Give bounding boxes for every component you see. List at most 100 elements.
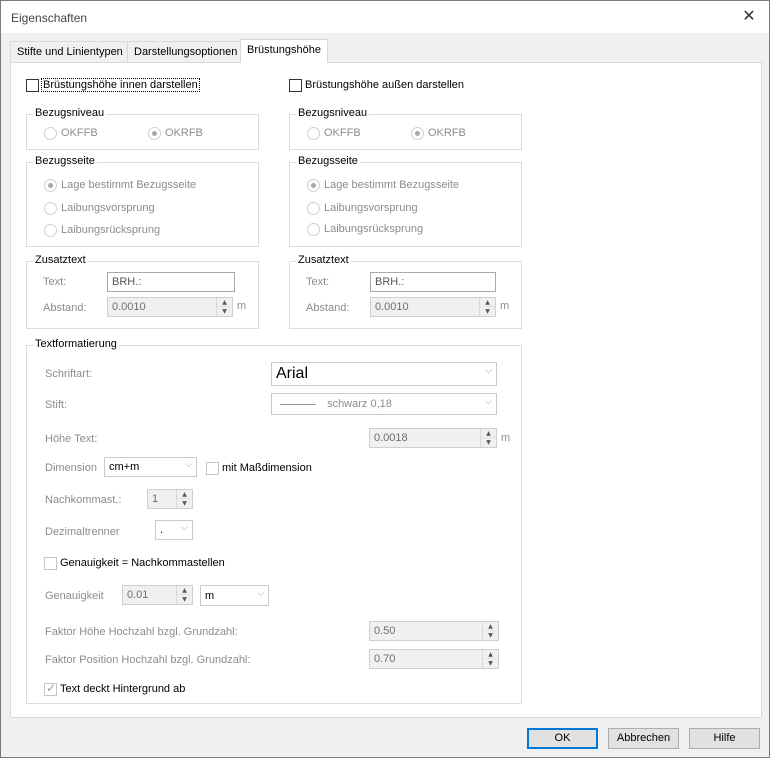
outer-text-label: Text:: [306, 276, 330, 288]
spin-down-icon[interactable]: ▼: [177, 595, 192, 604]
outer-lage-radio[interactable]: [307, 179, 320, 192]
outer-abstand-label: Abstand:: [306, 302, 350, 314]
tab-label: Stifte und Linientypen: [17, 46, 123, 58]
spin-down-icon[interactable]: ▼: [480, 307, 495, 316]
cancel-button[interactable]: Abbrechen: [608, 728, 679, 749]
outer-okrfb-label: OKRFB: [428, 127, 466, 139]
outer-okffb-label: OKFFB: [324, 127, 361, 139]
spin-buttons[interactable]: ▲ ▼: [482, 622, 498, 640]
inner-abstand-value: 0.0010: [112, 301, 146, 313]
outer-ruecksprung-radio[interactable]: [307, 223, 320, 236]
inner-show-label[interactable]: Brüstungshöhe innen darstellen: [41, 78, 200, 92]
spin-buttons[interactable]: ▲ ▼: [480, 429, 496, 447]
spin-up-icon[interactable]: ▲: [483, 650, 498, 659]
massdimension-checkbox[interactable]: [206, 462, 219, 475]
nachkomma-input[interactable]: 1 ▲ ▼: [147, 489, 193, 509]
dimension-value: cm+m: [109, 461, 140, 473]
genauigkeit-label: Genauigkeit: [45, 590, 104, 602]
outer-zusatztext-group: Zusatztext Text: BRH.: Abstand: 0.0010 ▲…: [289, 254, 522, 329]
tab-bruestungshoehe[interactable]: Brüstungshöhe: [240, 39, 328, 63]
outer-abstand-value: 0.0010: [375, 301, 409, 313]
outer-show-label[interactable]: Brüstungshöhe außen darstellen: [305, 79, 464, 91]
title-bar: Eigenschaften ✕: [1, 1, 769, 33]
spin-buttons[interactable]: ▲ ▼: [216, 298, 232, 316]
inner-zusatztext-group: Zusatztext Text: BRH.: Abstand: 0.0010 ▲…: [26, 254, 259, 329]
inner-show-checkbox[interactable]: [26, 79, 39, 92]
faktor-position-input[interactable]: 0.70 ▲ ▼: [369, 649, 499, 669]
group-title: Zusatztext: [296, 254, 351, 266]
close-icon[interactable]: ✕: [735, 5, 763, 29]
line-sample-icon: [280, 403, 316, 405]
spin-buttons[interactable]: ▲ ▼: [479, 298, 495, 316]
ok-button[interactable]: OK: [527, 728, 598, 749]
dimension-select[interactable]: cm+m ⌵: [104, 457, 197, 477]
inner-okrfb-radio[interactable]: [148, 127, 161, 140]
group-title: Bezugsseite: [33, 155, 97, 167]
inner-abstand-input[interactable]: 0.0010 ▲ ▼: [107, 297, 233, 317]
spin-buttons[interactable]: ▲ ▼: [482, 650, 498, 668]
dezimaltrenner-value: .: [160, 524, 164, 536]
inner-lage-radio[interactable]: [44, 179, 57, 192]
outer-vorsprung-label: Laibungsvorsprung: [324, 202, 418, 214]
stift-label: Stift:: [45, 399, 68, 411]
outer-abstand-unit: m: [500, 300, 510, 312]
hoehe-unit: m: [501, 432, 511, 444]
outer-vorsprung-radio[interactable]: [307, 202, 320, 215]
schriftart-label: Schriftart:: [45, 368, 93, 380]
spin-up-icon[interactable]: ▲: [483, 622, 498, 631]
inner-vorsprung-radio[interactable]: [44, 202, 57, 215]
group-title: Bezugsniveau: [296, 107, 370, 119]
faktor-hoehe-input[interactable]: 0.50 ▲ ▼: [369, 621, 499, 641]
window-title: Eigenschaften: [11, 11, 88, 25]
inner-bezugsniveau-group: Bezugsniveau OKFFB OKRFB: [26, 107, 259, 150]
genauigkeit-checkbox[interactable]: [44, 557, 57, 570]
inner-ruecksprung-radio[interactable]: [44, 224, 57, 237]
help-button[interactable]: Hilfe: [689, 728, 760, 749]
spin-buttons[interactable]: ▲ ▼: [176, 586, 192, 604]
outer-text-input[interactable]: BRH.:: [370, 272, 496, 292]
textformat-group: Textformatierung Schriftart: Arial ⌵ Sti…: [26, 338, 522, 704]
spin-down-icon[interactable]: ▼: [483, 659, 498, 668]
spin-buttons[interactable]: ▲ ▼: [176, 490, 192, 508]
tab-stifte-linientypen[interactable]: Stifte und Linientypen: [10, 41, 130, 62]
spin-up-icon[interactable]: ▲: [217, 298, 232, 307]
group-title: Textformatierung: [33, 338, 119, 350]
spin-up-icon[interactable]: ▲: [480, 298, 495, 307]
genauigkeit-input[interactable]: 0.01 ▲ ▼: [122, 585, 193, 605]
faktor-hoehe-label: Faktor Höhe Hochzahl bzgl. Grundzahl:: [45, 626, 238, 638]
dezimaltrenner-label: Dezimaltrenner: [45, 526, 120, 538]
chevron-down-icon: ⌵: [257, 589, 264, 599]
spin-down-icon[interactable]: ▼: [177, 499, 192, 508]
spin-up-icon[interactable]: ▲: [177, 490, 192, 499]
outer-lage-label: Lage bestimmt Bezugsseite: [324, 179, 460, 191]
inner-okffb-label: OKFFB: [61, 127, 98, 139]
spin-down-icon[interactable]: ▼: [483, 631, 498, 640]
hoehe-input[interactable]: 0.0018 ▲ ▼: [369, 428, 497, 448]
spin-down-icon[interactable]: ▼: [217, 307, 232, 316]
dezimaltrenner-select[interactable]: . ⌵: [155, 520, 193, 540]
inner-okffb-radio[interactable]: [44, 127, 57, 140]
dimension-label: Dimension: [45, 462, 97, 474]
stift-select[interactable]: schwarz 0,18 ⌵: [271, 393, 497, 415]
inner-abstand-label: Abstand:: [43, 302, 87, 314]
spin-up-icon[interactable]: ▲: [481, 429, 496, 438]
spin-up-icon[interactable]: ▲: [177, 586, 192, 595]
schriftart-value: Arial: [276, 365, 309, 382]
tab-darstellungsoptionen[interactable]: Darstellungsoptionen: [127, 41, 245, 62]
nachkomma-label: Nachkommast.:: [45, 494, 122, 506]
schriftart-select[interactable]: Arial ⌵: [271, 362, 497, 386]
inner-text-label: Text:: [43, 276, 67, 288]
inner-bezugsseite-group: Bezugsseite Lage bestimmt Bezugsseite La…: [26, 155, 259, 247]
spin-down-icon[interactable]: ▼: [481, 438, 496, 447]
outer-okrfb-radio[interactable]: [411, 127, 424, 140]
inner-lage-label: Lage bestimmt Bezugsseite: [61, 179, 197, 191]
inner-text-input[interactable]: BRH.:: [107, 272, 235, 292]
outer-abstand-input[interactable]: 0.0010 ▲ ▼: [370, 297, 496, 317]
outer-okffb-radio[interactable]: [307, 127, 320, 140]
genauigkeit-unit-select[interactable]: m ⌵: [200, 585, 269, 606]
hintergrund-checkbox[interactable]: [44, 681, 57, 696]
hoehe-label: Höhe Text:: [45, 433, 98, 445]
inner-ruecksprung-label: Laibungsrücksprung: [61, 224, 161, 236]
outer-ruecksprung-label: Laibungsrücksprung: [324, 223, 424, 235]
outer-show-checkbox[interactable]: [289, 79, 302, 92]
